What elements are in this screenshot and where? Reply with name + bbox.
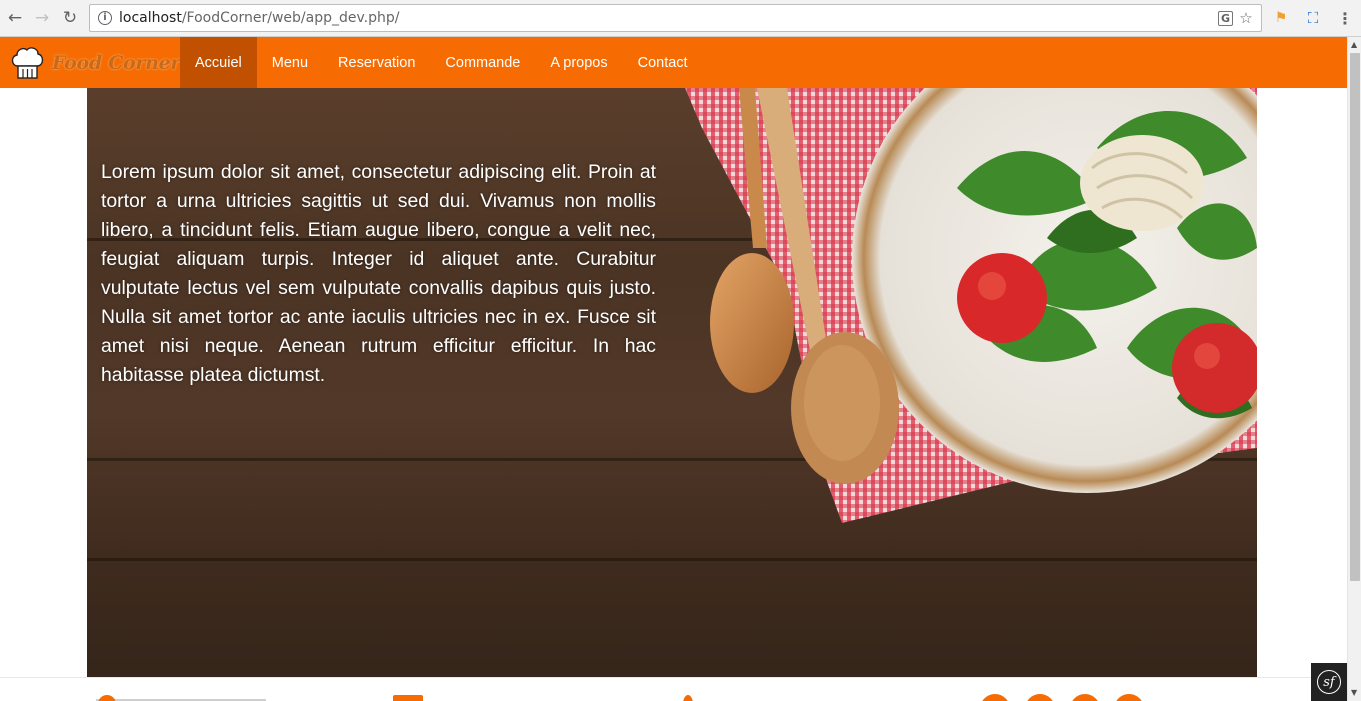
- nav-accueil[interactable]: Accuiel: [180, 37, 257, 88]
- address-bar[interactable]: i localhost/FoodCorner/web/app_dev.php/ …: [89, 4, 1262, 32]
- scroll-thumb[interactable]: [1350, 53, 1360, 581]
- social-icon[interactable]: [1025, 694, 1055, 701]
- social-icon[interactable]: [1114, 694, 1144, 701]
- symfony-logo-icon: sf: [1317, 670, 1341, 694]
- browser-toolbar: ← → ↻ i localhost/FoodCorner/web/app_dev…: [0, 0, 1361, 37]
- info-icon[interactable]: i: [98, 11, 112, 25]
- brand-name: Food Corner: [52, 52, 181, 74]
- translate-icon[interactable]: G: [1218, 11, 1233, 26]
- scroll-down-icon[interactable]: ▼: [1351, 688, 1359, 698]
- social-icon[interactable]: [980, 694, 1010, 701]
- nav-a-propos[interactable]: A propos: [535, 37, 622, 88]
- url-host: localhost: [119, 10, 182, 26]
- scroll-up-icon[interactable]: ▲: [1351, 40, 1359, 50]
- brand[interactable]: Food Corner: [10, 43, 180, 83]
- forward-icon[interactable]: →: [31, 7, 53, 29]
- nav-menu[interactable]: Menu: [257, 37, 323, 88]
- site-navbar: Food Corner Accuiel Menu Reservation Com…: [0, 37, 1347, 88]
- nav-commande[interactable]: Commande: [430, 37, 535, 88]
- nav-contact[interactable]: Contact: [623, 37, 703, 88]
- hero-banner: Lorem ipsum dolor sit amet, consectetur …: [87, 88, 1257, 677]
- hero-description: Lorem ipsum dolor sit amet, consectetur …: [101, 161, 656, 386]
- page-viewport: Food Corner Accuiel Menu Reservation Com…: [0, 37, 1347, 701]
- footer-preview: [0, 677, 1347, 701]
- footer-pin-icon: [683, 695, 693, 701]
- footer-card-icon: [393, 695, 423, 701]
- back-icon[interactable]: ←: [4, 7, 26, 29]
- screen-capture-icon[interactable]: ⛶: [1303, 8, 1323, 28]
- nav-reservation[interactable]: Reservation: [323, 37, 430, 88]
- browser-menu-icon[interactable]: ⋮: [1335, 8, 1355, 28]
- extension-icon[interactable]: ⚑: [1271, 8, 1291, 28]
- url-path: /FoodCorner/web/app_dev.php/: [181, 10, 400, 26]
- bookmark-star-icon[interactable]: ☆: [1237, 9, 1255, 27]
- reload-icon[interactable]: ↻: [59, 7, 81, 29]
- main-menu: Accuiel Menu Reservation Commande A prop…: [180, 37, 703, 88]
- footer-marker-icon: [98, 695, 116, 701]
- chef-hat-icon: [11, 47, 44, 79]
- vertical-scrollbar[interactable]: ▲ ▼: [1347, 37, 1361, 701]
- url-text[interactable]: localhost/FoodCorner/web/app_dev.php/: [119, 10, 399, 26]
- symfony-toolbar-toggle[interactable]: sf: [1311, 663, 1347, 701]
- social-icon[interactable]: [1070, 694, 1100, 701]
